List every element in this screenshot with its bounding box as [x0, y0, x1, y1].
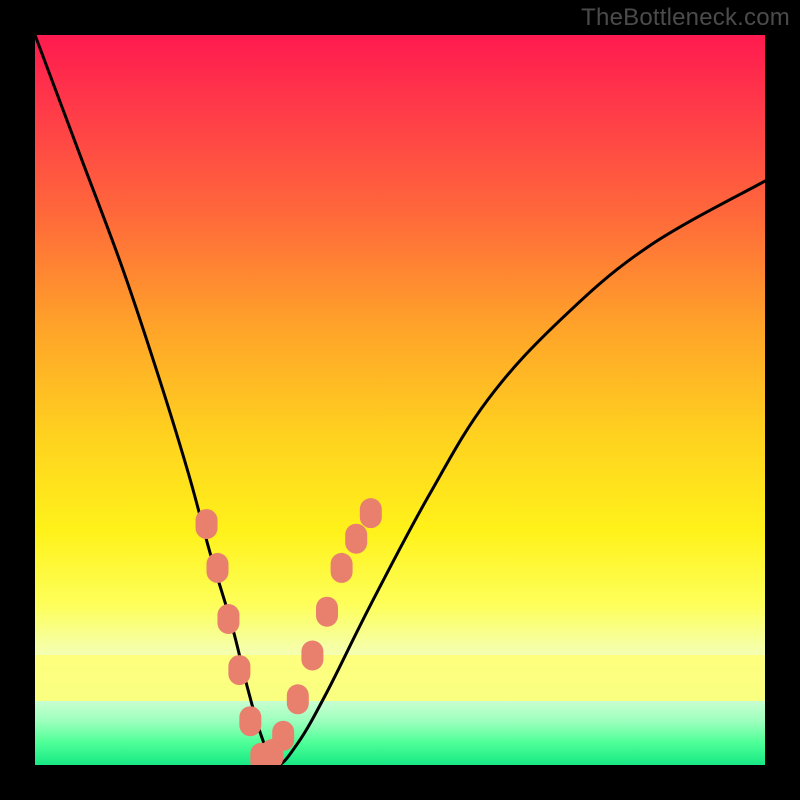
marker-dot [345, 524, 367, 554]
marker-dot [239, 706, 261, 736]
chart-frame: TheBottleneck.com [0, 0, 800, 800]
marker-dot [217, 604, 239, 634]
salmon-dots [196, 498, 382, 765]
plot-area [35, 35, 765, 765]
bottleneck-curve [35, 35, 765, 765]
marker-dot [228, 655, 250, 685]
marker-dot [272, 721, 294, 751]
marker-dot [287, 684, 309, 714]
marker-dot [331, 553, 353, 583]
watermark-text: TheBottleneck.com [581, 4, 790, 32]
marker-dot [360, 498, 382, 528]
marker-dot [196, 509, 218, 539]
curve-svg [35, 35, 765, 765]
marker-dot [316, 597, 338, 627]
marker-dot [207, 553, 229, 583]
marker-dot [301, 641, 323, 671]
